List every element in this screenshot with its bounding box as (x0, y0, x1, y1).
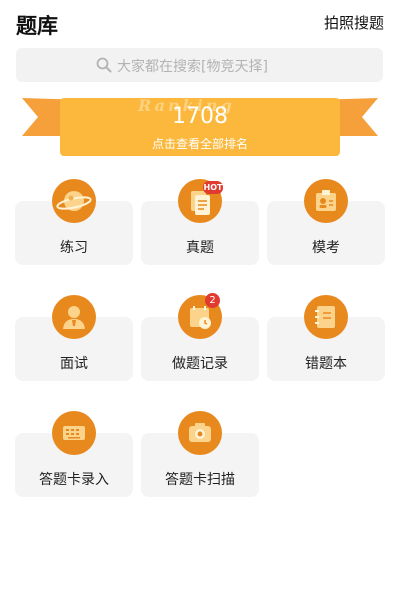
page-title: 题库 (16, 14, 58, 38)
hot-tag: HOT (203, 181, 223, 194)
tile-practice[interactable]: 练习 (15, 179, 133, 265)
tile-answer-card-entry[interactable]: 答题卡录入 (15, 411, 133, 497)
planet-icon (52, 179, 96, 223)
tile-interview[interactable]: 面试 (15, 295, 133, 381)
ranking-banner[interactable]: Ranking 1708 点击查看全部排名 (0, 92, 400, 162)
tile-past-papers[interactable]: HOT 真题 (141, 179, 259, 265)
tile-label: 答题卡录入 (39, 472, 109, 488)
tile-label: 错题本 (305, 356, 347, 372)
ranking-count: 1708 (172, 104, 228, 129)
calendar-clock-icon: 2 (178, 293, 222, 339)
documents-icon: HOT (178, 179, 223, 223)
tile-label: 模考 (312, 240, 340, 256)
camera-icon (178, 411, 222, 455)
notification-badge: 2 (205, 293, 220, 308)
tile-practice-record[interactable]: 2 做题记录 (141, 293, 259, 381)
tile-mock-exam[interactable]: 模考 (267, 179, 385, 265)
header: 题库 拍照搜题 (0, 0, 400, 44)
search-placeholder: 大家都在搜索[物竞天择] (117, 59, 268, 75)
tile-label: 真题 (186, 240, 214, 256)
search-icon (96, 57, 112, 73)
search-bar[interactable]: 大家都在搜索[物竞天择] (16, 48, 383, 82)
tile-mistake-book[interactable]: 错题本 (267, 295, 385, 381)
tile-answer-card-scan[interactable]: 答题卡扫描 (141, 411, 259, 497)
tile-label: 做题记录 (172, 356, 228, 372)
id-card-icon (304, 179, 348, 223)
tile-label: 答题卡扫描 (165, 472, 235, 488)
tile-label: 练习 (60, 240, 88, 256)
photo-search-link[interactable]: 拍照搜题 (324, 12, 384, 33)
keyboard-icon (52, 411, 96, 455)
tile-label: 面试 (60, 356, 88, 372)
notebook-icon (304, 295, 348, 339)
view-ranking-link[interactable]: 点击查看全部排名 (0, 135, 400, 152)
person-icon (52, 295, 96, 339)
